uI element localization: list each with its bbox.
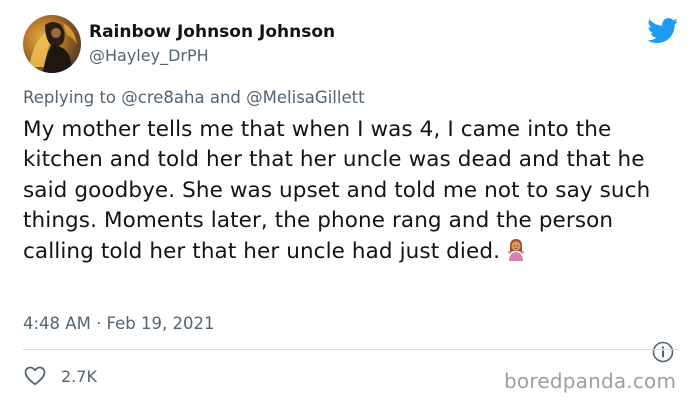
- tweet-card: Rainbow Johnson Johnson @Hayley_DrPH Rep…: [0, 0, 700, 403]
- mention-link[interactable]: @cre8aha: [121, 88, 204, 107]
- tweet-text-content: My mother tells me that when I was 4, I …: [23, 117, 651, 264]
- person-shrugging-emoji-icon: [507, 238, 526, 261]
- heart-outline-icon[interactable]: [24, 366, 46, 386]
- display-name[interactable]: Rainbow Johnson Johnson: [89, 22, 335, 42]
- replying-to-label: Replying to: [23, 88, 117, 107]
- info-icon[interactable]: [652, 341, 674, 363]
- tweet-text: My mother tells me that when I was 4, I …: [23, 115, 688, 267]
- watermark: boredpanda.com: [504, 369, 677, 393]
- user-handle[interactable]: @Hayley_DrPH: [89, 46, 209, 65]
- like-count[interactable]: 2.7K: [61, 367, 97, 386]
- replying-to: Replying to @cre8aha and @MelisaGillett: [23, 88, 365, 107]
- avatar[interactable]: [23, 15, 81, 73]
- divider: [23, 349, 678, 350]
- replying-to-joiner: and: [209, 88, 241, 107]
- tweet-timestamp[interactable]: 4:48 AM · Feb 19, 2021: [23, 314, 215, 333]
- mention-link[interactable]: @MelisaGillett: [246, 88, 364, 107]
- twitter-bird-icon[interactable]: [647, 18, 679, 44]
